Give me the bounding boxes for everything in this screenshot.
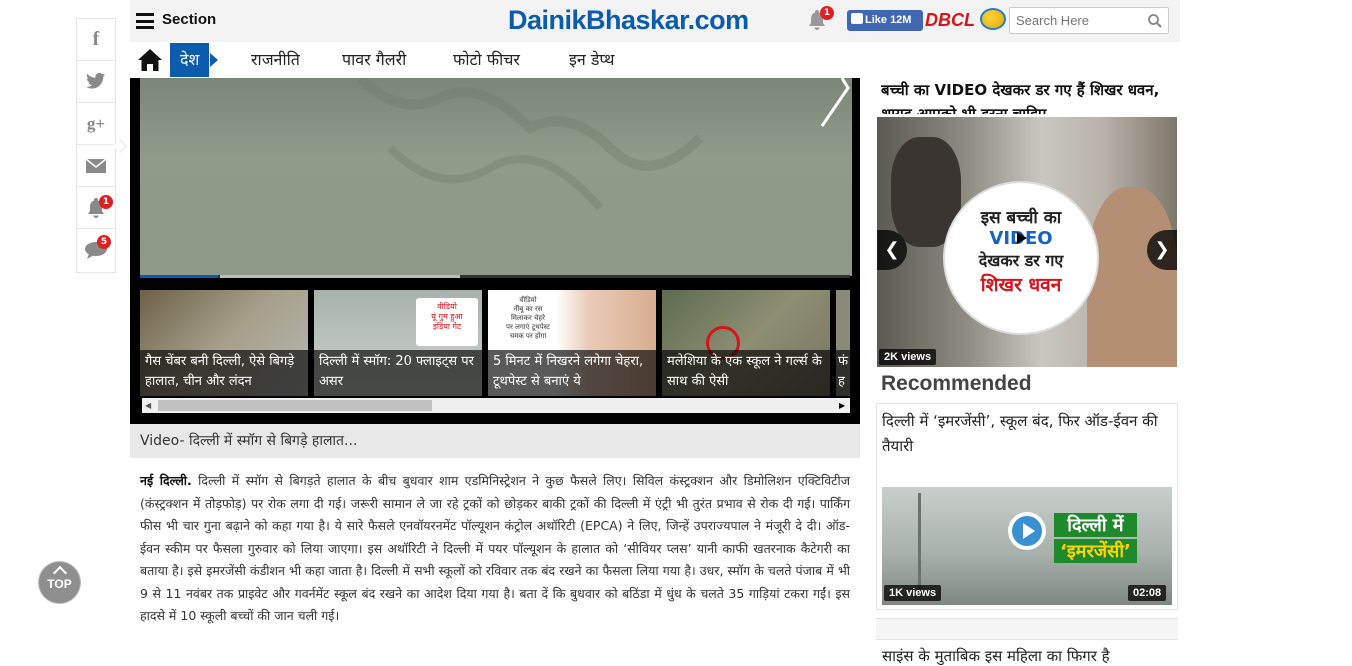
- scroll-left-icon[interactable]: ◀: [145, 401, 151, 410]
- play-icon[interactable]: [1017, 232, 1027, 244]
- video-caption: Video- दिल्ली में स्मॉग से बिगड़े हालात.…: [130, 424, 860, 458]
- rec-overlay-line-1: दिल्ली में: [1054, 513, 1137, 537]
- video-progress-fill: [140, 275, 219, 278]
- site-logo[interactable]: DainikBhaskar.com: [508, 5, 749, 36]
- scroll-right-icon[interactable]: ▶: [839, 401, 845, 410]
- overlay-line-4: शिखर धवन: [980, 274, 1062, 296]
- nav-item-power-gallery[interactable]: पावर गैलरी: [342, 48, 406, 70]
- notification-badge: 1: [820, 6, 834, 20]
- video-frame[interactable]: [140, 74, 852, 276]
- mail-icon[interactable]: [77, 145, 115, 187]
- home-icon[interactable]: [137, 48, 163, 72]
- video-thumb-2[interactable]: वीडियो यूं गुम हुआ इंडिया गेट दिल्ली में…: [314, 290, 482, 396]
- section-menu-label[interactable]: Section: [162, 11, 216, 28]
- thumbs-up-icon: [851, 13, 863, 24]
- video-thumb-1[interactable]: गैस चेंबर बनी दिल्ली, ऐसे बिगड़े हालात, …: [140, 290, 308, 396]
- search-icon[interactable]: [1148, 14, 1162, 28]
- google-plus-icon[interactable]: g+: [77, 103, 115, 145]
- comment-badge: 5: [97, 235, 111, 249]
- views-badge: 1K views: [884, 585, 942, 601]
- play-button-icon[interactable]: [1008, 512, 1046, 550]
- overlay-line-2: VIDEO: [945, 228, 1097, 249]
- dbcl-logo[interactable]: DBCL: [925, 8, 1006, 31]
- nav-item-desh-active[interactable]: देश: [170, 43, 210, 77]
- article-body: नई दिल्ली. दिल्ली में स्मॉग से बिगड़ते ह…: [140, 470, 850, 628]
- right-story-title[interactable]: बच्ची का VIDEO देखकर डर गए हैं शिखर धवन,…: [881, 78, 1173, 114]
- right-story-image[interactable]: इस बच्ची का VIDEO देखकर डर गए शिखर धवन ❮…: [877, 117, 1177, 367]
- rec-overlay-text: दिल्ली में ‘इमरजेंसी’: [1054, 513, 1137, 563]
- dbcl-mascot-icon: [979, 8, 1006, 30]
- facebook-like-button[interactable]: Like 12M: [847, 10, 923, 31]
- bell-icon[interactable]: 1: [77, 187, 115, 229]
- notification-bell-icon[interactable]: 1: [808, 6, 834, 32]
- child-silhouette: [1087, 187, 1177, 367]
- logo-part-bhaskar: Bhaskar.com: [586, 5, 749, 35]
- video-next-icon[interactable]: [818, 77, 852, 128]
- nav-active-arrow: [210, 53, 218, 67]
- logo-part-dainik: Dainik: [508, 5, 587, 35]
- overlay-line-3: देखकर डर गए: [978, 251, 1064, 270]
- facebook-like-label: Like 12M: [865, 14, 912, 26]
- recommended-video-image[interactable]: दिल्ली में ‘इमरजेंसी’ 1K views 02:08: [882, 487, 1172, 605]
- video-title-overlay: इस बच्ची का VIDEO देखकर डर गए शिखर धवन: [945, 183, 1097, 333]
- thumb-overlay-text: वीडियो नींबू का रस मिलाकर चेहरे पर लगाएं…: [506, 296, 550, 340]
- right-divider: [876, 618, 1178, 640]
- nav-item-in-depth[interactable]: इन डेप्थ: [569, 48, 615, 70]
- views-badge: 2K views: [879, 349, 937, 365]
- overlay-line-1: इस बच्ची का: [980, 208, 1062, 228]
- facebook-icon[interactable]: f: [77, 19, 115, 61]
- right-story-title-2[interactable]: साइंस के मुताबिक इस महिला का फिगर है: [882, 646, 1172, 666]
- comment-icon[interactable]: 5: [77, 229, 115, 271]
- scrollbar-thumb[interactable]: [158, 400, 432, 411]
- search-input[interactable]: [1010, 8, 1138, 33]
- duration-badge: 02:08: [1128, 585, 1167, 601]
- nav-item-rajniti[interactable]: राजनीति: [251, 48, 300, 70]
- lamp-post: [918, 493, 921, 593]
- article-text: दिल्ली में स्मॉग से बिगड़ते हालात के बीच…: [140, 473, 850, 623]
- video-thumb-caption: मलेशिया के एक स्कूल ने गर्ल्स के साथ की …: [662, 350, 830, 396]
- twitter-icon[interactable]: [77, 61, 115, 103]
- rec-overlay-line-2: ‘इमरजेंसी’: [1054, 539, 1137, 563]
- video-thumb-3[interactable]: वीडियो नींबू का रस मिलाकर चेहरे पर लगाएं…: [488, 290, 656, 396]
- bell-badge: 1: [99, 195, 113, 209]
- video-thumb-5[interactable]: फं ह: [836, 290, 850, 396]
- video-thumb-caption: गैस चेंबर बनी दिल्ली, ऐसे बिगड़े हालात, …: [140, 350, 308, 396]
- video-buffer: [220, 275, 460, 278]
- video-progress-bar[interactable]: [140, 275, 850, 278]
- article-dateline: नई दिल्ली.: [140, 473, 192, 488]
- back-to-top-button[interactable]: TOP: [39, 562, 80, 603]
- smog-scene-image: [356, 74, 704, 211]
- dbcl-label: DBCL: [925, 10, 975, 30]
- search-box: [1009, 7, 1169, 34]
- video-thumb-4[interactable]: मलेशिया के एक स्कूल ने गर्ल्स के साथ की …: [662, 290, 830, 396]
- share-bar: f g+ 1 5: [76, 18, 116, 273]
- hamburger-menu-icon[interactable]: [136, 13, 154, 29]
- video-thumb-caption: दिल्ली में स्मॉग: 20 फ्लाइट्स पर असर: [314, 350, 482, 396]
- video-thumb-caption: 5 मिनट में निखरने लगेगा चेहरा, टूथपेस्ट …: [488, 350, 656, 396]
- video-thumb-caption: फं ह: [836, 350, 850, 396]
- nav-item-photo-feature[interactable]: फोटो फीचर: [453, 48, 520, 70]
- recommended-heading: Recommended: [881, 372, 1032, 395]
- thumb-overlay-text: वीडियो यूं गुम हुआ इंडिया गेट: [416, 298, 478, 346]
- recommended-title[interactable]: दिल्ली में ‘इमरजेंसी’, स्कूल बंद, फिर ऑड…: [882, 409, 1172, 459]
